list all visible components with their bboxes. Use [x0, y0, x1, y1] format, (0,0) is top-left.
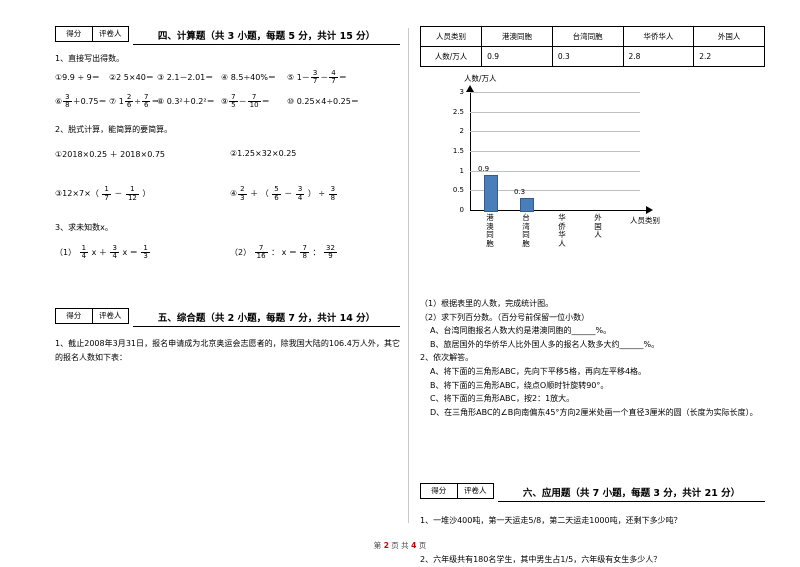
table-cell: 0.3 — [551, 46, 624, 67]
table-header-row: 人员类别 港澳同胞 台湾同胞 华侨华人 外国人 — [419, 26, 765, 47]
page-footer: 第 2 页 共 4 页 — [0, 540, 800, 551]
x-category-label: 外国人 — [594, 213, 602, 240]
y-tick-label: 0.5 — [452, 186, 464, 195]
x-category-label: 港澳同胞 — [486, 213, 494, 248]
volunteer-table: 人员类别 港澳同胞 台湾同胞 华侨华人 外国人 人数/万人 0.9 0.3 2.… — [419, 26, 765, 67]
bar-gangao — [484, 174, 498, 212]
score-label: 得分 — [56, 309, 93, 323]
footer-mid: 页 共 — [391, 541, 409, 550]
q5-sub-B: B、旅居国外的华侨华人比外国人多的报名人数多大约______%。 — [430, 339, 660, 349]
section-four-title: 四、计算题（共 3 小题，每题 5 分，共计 15 分） — [133, 28, 400, 45]
q5-2-prompt: 2、依次解答。 — [420, 353, 474, 363]
exam-page: 得分 评卷人 四、计算题（共 3 小题，每题 5 分，共计 15 分） 1、直接… — [0, 0, 800, 565]
gridline — [470, 170, 640, 172]
q5-2-A: A、将下面的三角形ABC，先向下平移5格，再向左平移4格。 — [430, 366, 647, 376]
score-box-six: 得分 评卷人 — [420, 483, 765, 499]
y-tick-label: 2.5 — [452, 107, 464, 116]
bar-value-label: 0.3 — [514, 188, 526, 196]
footer-page-number: 2 — [383, 541, 389, 550]
bar-taiwan — [520, 198, 534, 212]
x-category-label: 华侨华人 — [558, 213, 566, 248]
column-divider — [408, 28, 409, 523]
table-header-cell: 华侨华人 — [622, 26, 695, 47]
table-header-cell: 人员类别 — [419, 26, 483, 47]
right-column: 人员类别 港澳同胞 台湾同胞 华侨华人 外国人 人数/万人 0.9 0.3 2.… — [419, 26, 765, 564]
bar-chart: 人数/万人 人员类别 3 2.5 2 1.5 1 0.5 0 0.9 0.3 港… — [434, 74, 684, 248]
q5-sub-A: A、台湾同胞报名人数大约是港澳同胞的______%。 — [430, 326, 612, 336]
q4-1-line1: ①9.9 ÷ 9＝ ②2 5×40＝ ③ 2.1－2.01＝ ④ 8.5÷40%… — [55, 69, 347, 86]
y-tick-label: 3 — [459, 88, 464, 96]
table-header-cell: 台湾同胞 — [551, 26, 624, 47]
q5-1-prompt: 1、截止2008年3月31日，报名申请成为北京奥运会志愿者的，除我国大陆的106… — [55, 338, 400, 362]
footer-prefix: 第 — [373, 541, 382, 550]
marker-label: 评卷人 — [99, 311, 122, 321]
q5-2-C: C、将下面的三角形ABC，按2：1放大。 — [430, 394, 575, 404]
table-cell: 2.2 — [693, 46, 765, 67]
gridline — [470, 111, 640, 113]
footer-suffix: 页 — [418, 541, 427, 550]
gridline — [470, 151, 640, 152]
q4-3-b: （2） 7 16 ： x ＝ 78 ： 32 9 — [230, 243, 337, 261]
q5-2-D: D、在三角形ABC的∠B向南偏东45°方向2厘米处画一个直径3厘米的圆（长度为实… — [430, 407, 758, 417]
marker-label: 评卷人 — [99, 29, 122, 38]
q4-2-a: ①2018×0.25 ＋ 2018×0.75 — [55, 150, 166, 160]
q4-2-b: ②1.25×32×0.25 — [230, 149, 297, 159]
score-label: 得分 — [56, 27, 93, 41]
q4-1-line2: ⑥ 3 8 ＋0.75＝ ⑦ 1 2 6 ÷ 7 6 ＝ ⑧ 0.3²＋0.2²＝ ⑨ 7 5 － 7 10… — [55, 92, 359, 110]
q4-1-prompt: 1、直接写出得数。 — [55, 53, 125, 63]
score-label: 得分 — [421, 484, 458, 498]
gridline — [470, 92, 640, 93]
q5-sub-2: （2）求下列百分数。（百分号前保留一位小数） — [420, 312, 590, 322]
score-box-five: 得分 评卷人 — [55, 308, 400, 324]
q4-3-prompt: 3、求未知数x。 — [55, 222, 113, 232]
left-column: 得分 评卷人 四、计算题（共 3 小题，每题 5 分，共计 15 分） 1、直接… — [55, 26, 400, 526]
chart-x-axis-label: 人员类别 — [630, 216, 660, 225]
gridline — [470, 131, 640, 133]
chart-y-axis-label: 人数/万人 — [464, 74, 497, 83]
y-tick-label: 0 — [459, 206, 464, 214]
y-tick-label: 1.5 — [452, 147, 464, 155]
footer-total-pages: 4 — [411, 541, 417, 550]
x-category-label: 台湾同胞 — [522, 213, 530, 248]
table-cell: 2.8 — [622, 46, 695, 67]
q6-1: 1、一堆沙400吨，第一天运走5/8，第二天运走1000吨，还剩下多少吨？ — [420, 515, 682, 525]
bar-value-label: 0.9 — [478, 165, 490, 173]
q4-3-a: （1） 14 x ＋ 34 x ＝ 13 — [55, 243, 150, 261]
y-tick-label: 2 — [459, 127, 464, 136]
table-cell: 0.9 — [481, 46, 553, 67]
q4-2-prompt: 2、脱式计算，能简算的要简算。 — [55, 125, 173, 135]
score-box-four: 得分 评卷人 — [55, 26, 129, 42]
x-axis-arrow-icon — [646, 206, 653, 214]
q5-sub-1: （1）根据表里的人数，完成统计图。 — [420, 299, 554, 308]
y-tick-label: 1 — [459, 166, 464, 175]
q5-2-B: B、将下面的三角形ABC，绕点O顺时针旋转90°。 — [430, 380, 609, 390]
q4-2-d: ④23 ＋ （ 56 － 34 ） ÷ 38 — [230, 185, 338, 202]
table-row-label: 人数/万人 — [419, 46, 483, 67]
q4-2-c: ③12×7×（ 17 － 1 12 ） — [55, 185, 151, 202]
table-header-cell: 外国人 — [693, 26, 765, 47]
marker-label: 评卷人 — [464, 486, 487, 496]
table-row: 人数/万人 0.9 0.3 2.8 2.2 — [419, 46, 765, 67]
table-header-cell: 港澳同胞 — [481, 26, 553, 47]
